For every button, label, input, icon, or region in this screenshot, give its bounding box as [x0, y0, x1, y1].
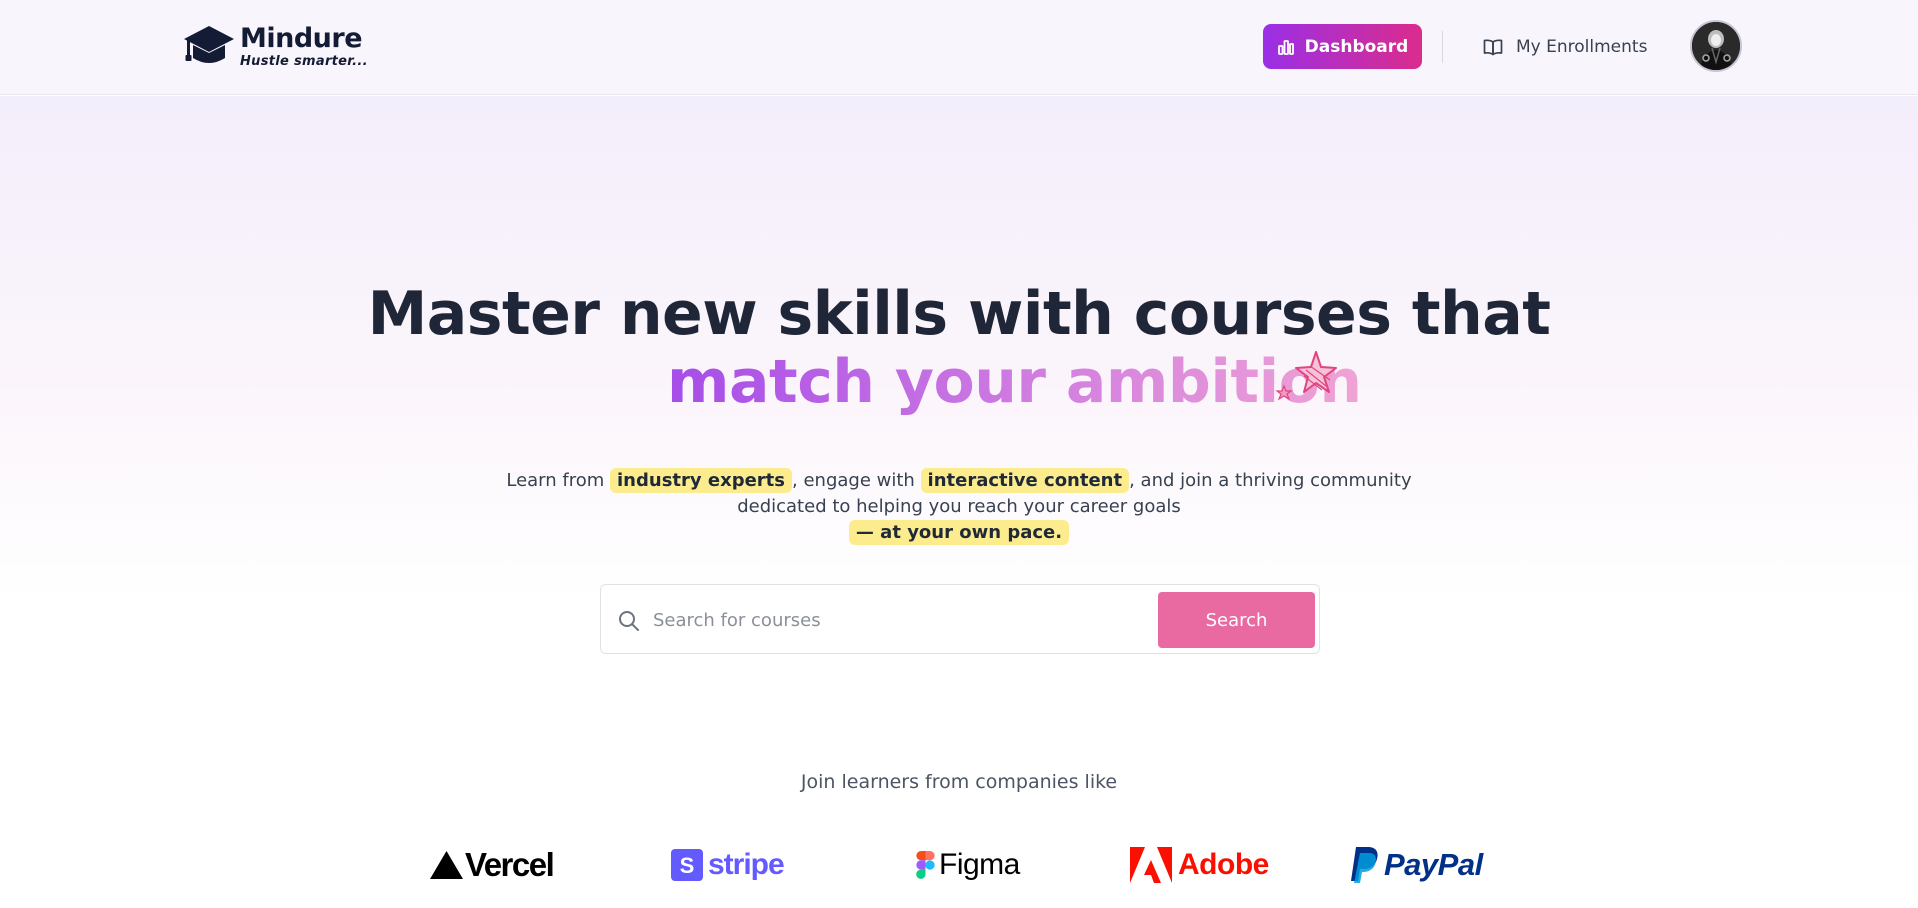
- figma-name: Figma: [939, 848, 1020, 881]
- companies-heading: Join learners from companies like: [800, 771, 1118, 793]
- brand-name: Mindure: [240, 22, 363, 54]
- paypal-name: PayPal: [1384, 847, 1483, 882]
- course-search-bar: Search: [600, 584, 1320, 654]
- open-book-icon: [1483, 39, 1503, 56]
- adobe-name: Adobe: [1178, 848, 1269, 881]
- user-avatar[interactable]: [1690, 20, 1742, 72]
- figma-logo: Figma: [916, 840, 1020, 890]
- highlight-interactive-content: interactive content: [920, 468, 1130, 493]
- dashboard-label: Dashboard: [1304, 36, 1409, 57]
- sub-suffix: , and join a thriving community: [1129, 470, 1412, 491]
- sub-mid: , engage with: [792, 470, 915, 491]
- vercel-name: Vercel: [465, 846, 555, 883]
- highlight-own-pace: — at your own pace.: [848, 520, 1070, 545]
- dashboard-button[interactable]: Dashboard: [1263, 24, 1422, 69]
- paypal-p-icon: [1351, 847, 1378, 883]
- svg-text:S: S: [680, 853, 695, 878]
- adobe-a-icon: [1130, 847, 1172, 883]
- vercel-logo: Vercel: [430, 840, 555, 890]
- avatar-image: [1692, 22, 1740, 70]
- bar-chart-icon: [1277, 39, 1294, 55]
- sparkle-stars-icon: [1275, 351, 1337, 401]
- enrollments-label: My Enrollments: [1516, 37, 1648, 57]
- search-icon: [619, 611, 639, 631]
- hero-headline: Master new skills with courses that: [367, 279, 1551, 349]
- adobe-logo: Adobe: [1130, 840, 1269, 890]
- highlight-industry-experts: industry experts: [610, 468, 793, 493]
- hero-headline-gradient: match your ambition: [667, 347, 1362, 417]
- top-navbar: Mindure Hustle smarter... Dashboard My E…: [0, 0, 1918, 95]
- search-button[interactable]: Search: [1158, 592, 1315, 648]
- paypal-logo: PayPal: [1350, 840, 1483, 890]
- sub-prefix: Learn from: [506, 470, 605, 491]
- vercel-triangle-icon: [430, 851, 463, 879]
- my-enrollments-link[interactable]: My Enrollments: [1483, 34, 1647, 60]
- graduation-cap-icon: [184, 26, 234, 63]
- stripe-logo: S stripe: [671, 840, 785, 890]
- nav-divider: [1442, 31, 1443, 63]
- stripe-s-icon: S: [671, 849, 703, 881]
- stripe-name: stripe: [708, 848, 785, 881]
- brand-logo[interactable]: Mindure Hustle smarter...: [182, 22, 368, 70]
- hero-subtext: Learn from industry experts, engage with…: [459, 468, 1459, 546]
- search-input[interactable]: [653, 601, 1143, 639]
- figma-icon: [916, 851, 935, 879]
- brand-tagline: Hustle smarter...: [240, 53, 368, 69]
- sub-line2: dedicated to helping you reach your care…: [737, 496, 1181, 517]
- company-logos: Vercel S stripe Figma Adobe PayPal: [0, 840, 1918, 890]
